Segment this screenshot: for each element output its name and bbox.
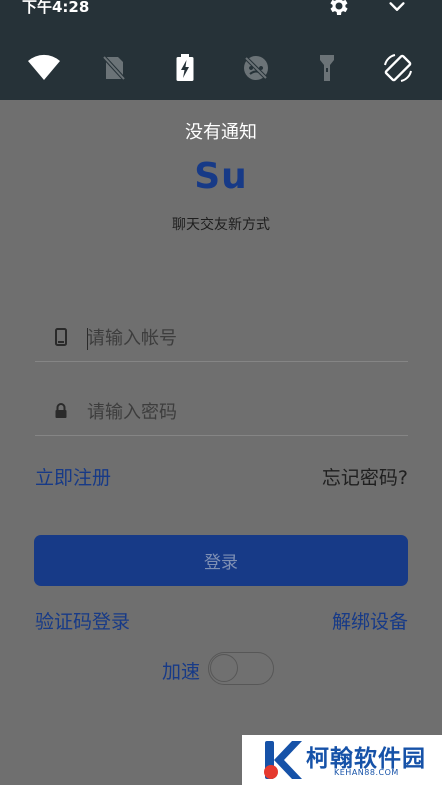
account-input[interactable] [87,322,387,354]
unbind-device-link[interactable]: 解绑设备 [332,607,408,634]
data-saver-off-icon [243,55,269,81]
forgot-password-link[interactable]: 忘记密码? [322,463,408,490]
accelerate-toggle[interactable] [208,652,274,685]
auto-rotate-tile[interactable] [376,46,420,90]
quick-settings-row [0,46,442,90]
lock-icon [55,403,67,418]
watermark: 柯翰软件园 KEHAN88.COM [242,735,442,785]
login-button[interactable]: 登录 [34,535,408,586]
phone-icon [55,328,67,346]
flashlight-icon [320,55,334,81]
register-link[interactable]: 立即注册 [35,463,111,490]
no-notifications-text: 没有通知 [185,122,257,143]
toggle-knob [210,654,238,682]
kehan-logo-icon [264,741,302,779]
battery-saver-icon [176,54,194,81]
app-slogan: 聊天交友新方式 [172,217,270,233]
battery-saver-tile[interactable] [163,46,207,90]
auto-rotate-icon [384,54,412,82]
wifi-tile[interactable] [22,46,66,90]
code-login-link[interactable]: 验证码登录 [35,607,130,634]
status-time: 下午4:28 [22,0,90,16]
flashlight-tile[interactable] [305,46,349,90]
chevron-down-icon[interactable] [386,0,408,18]
password-field [35,388,408,436]
data-saver-tile[interactable] [234,46,278,90]
accelerate-label: 加速 [162,661,201,683]
notification-shade: 下午4:28 [0,0,442,100]
password-input[interactable] [87,396,387,428]
sim-tile[interactable] [92,46,136,90]
app-logo: Su [194,156,248,197]
wifi-icon [28,54,60,80]
watermark-url: KEHAN88.COM [334,768,399,777]
no-sim-icon [101,54,127,82]
account-field [35,314,408,362]
settings-gear-icon[interactable] [327,0,351,18]
